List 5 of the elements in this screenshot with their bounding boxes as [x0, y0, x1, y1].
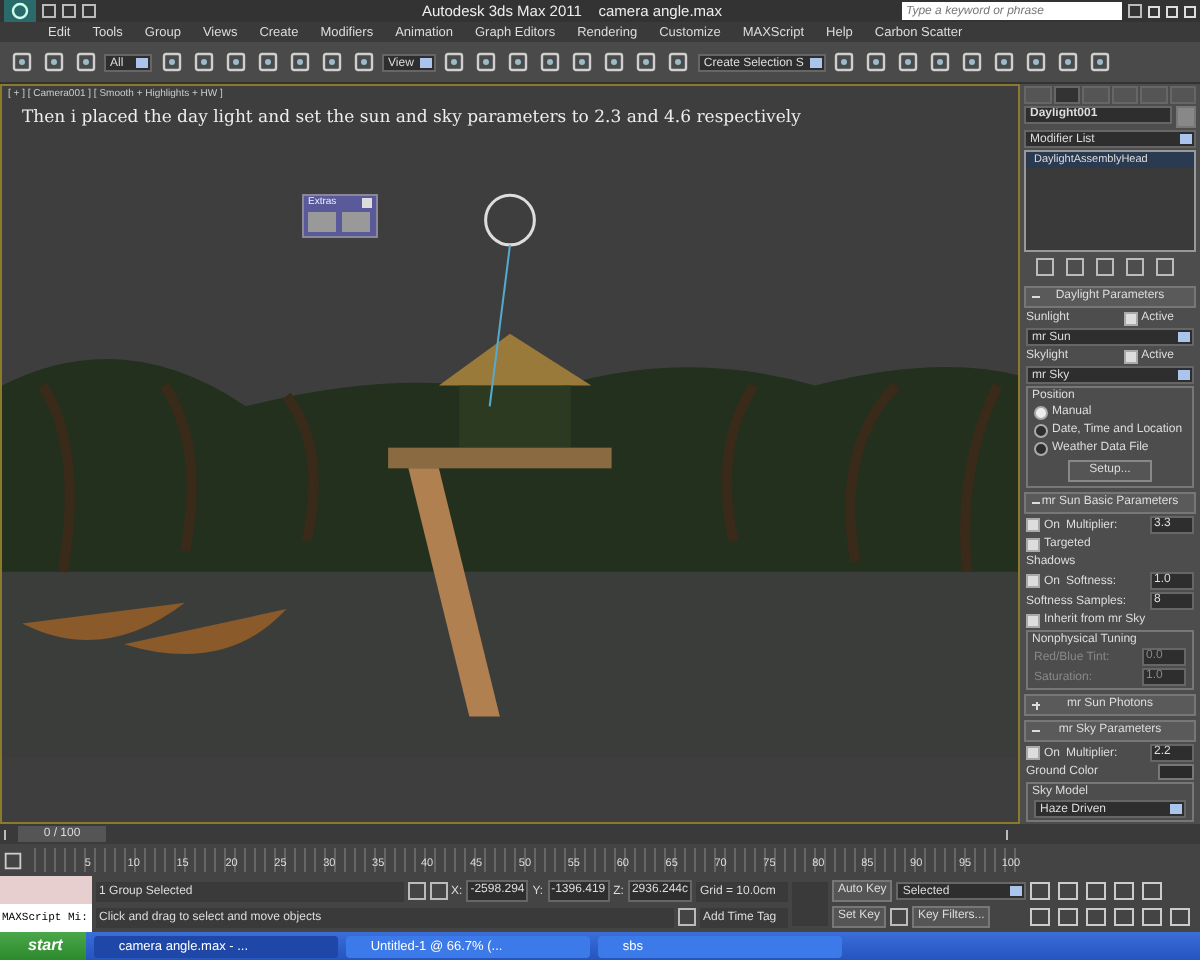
object-color-swatch[interactable]: [1176, 105, 1196, 128]
caption-text: Then i placed the day light and set the sun and sky parameters to 2.3 and 4.6 respectively: [20, 106, 803, 132]
start-button[interactable]: start: [0, 932, 87, 960]
color-swatch[interactable]: [1158, 764, 1194, 780]
app-logo-icon[interactable]: [4, 0, 36, 22]
